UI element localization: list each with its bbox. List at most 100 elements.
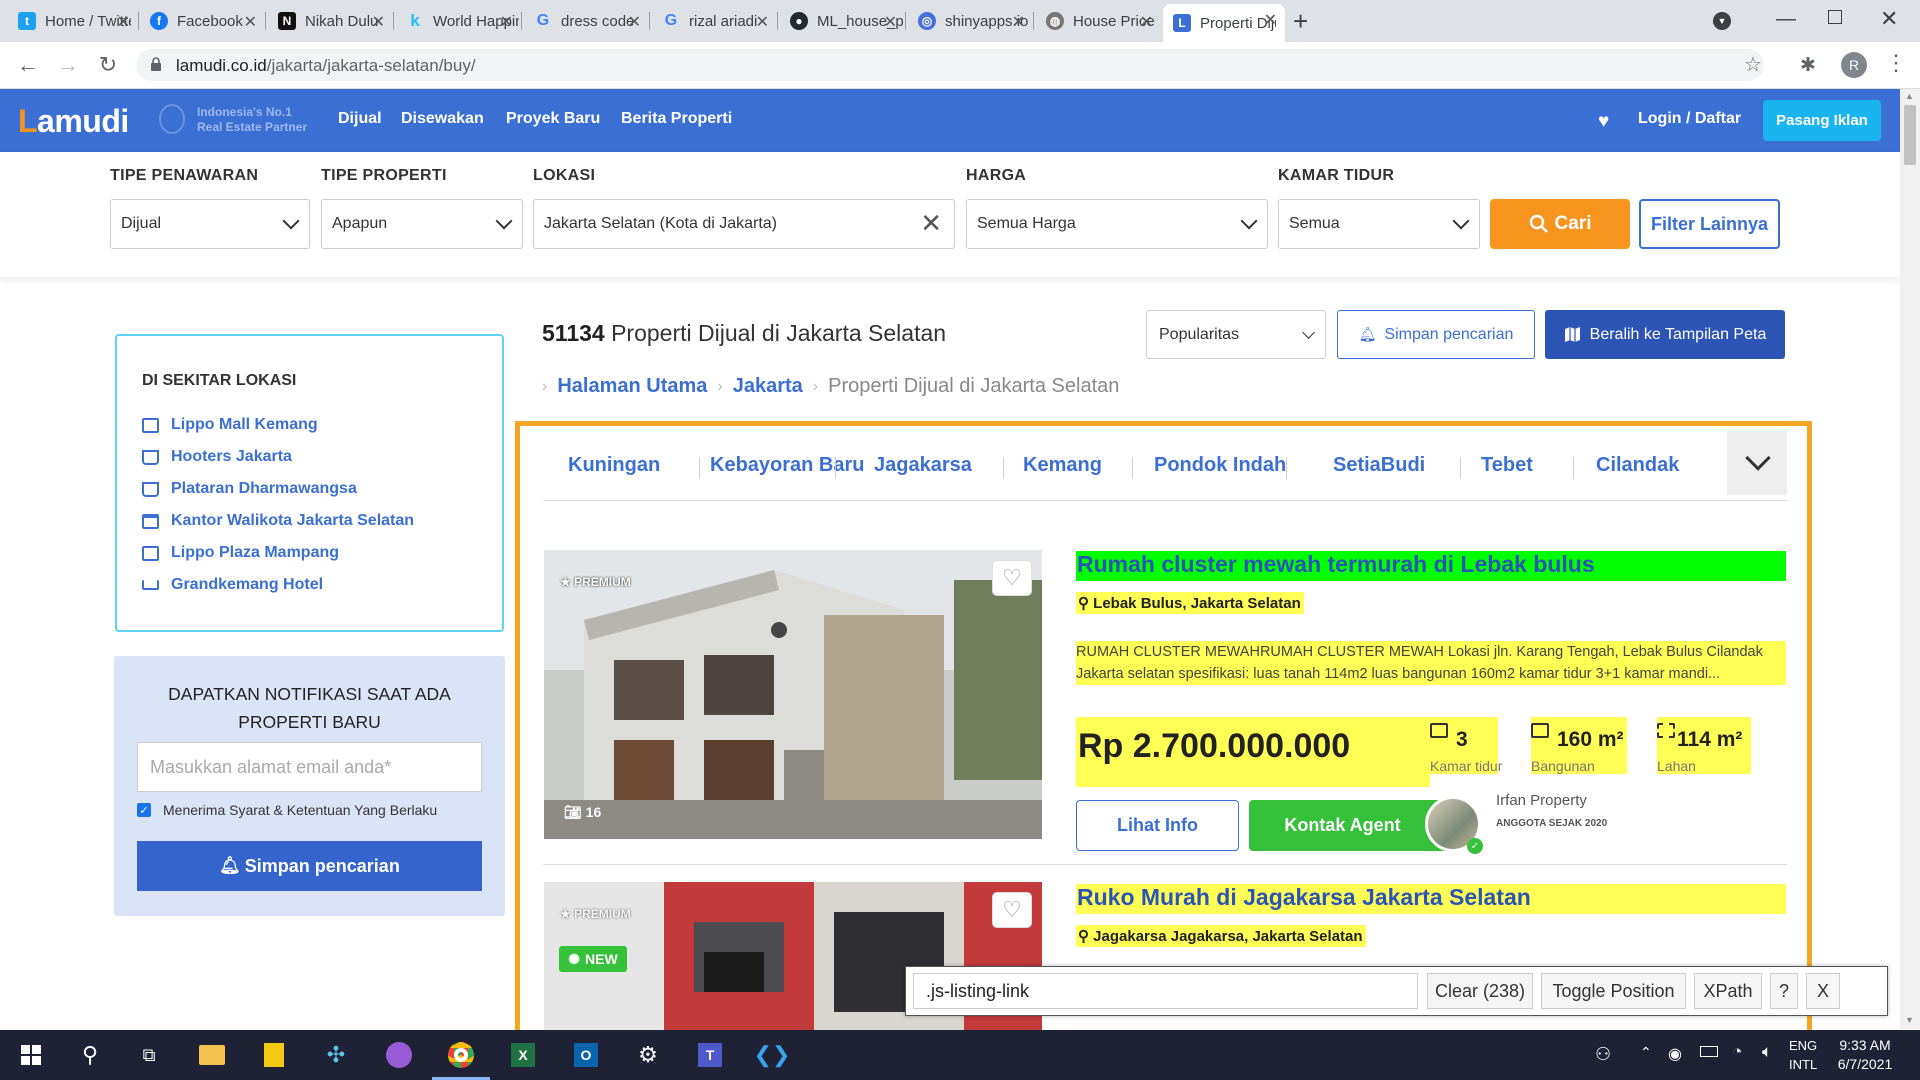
map-view-button[interactable]: Beralih ke Tampilan Peta — [1545, 310, 1785, 359]
browser-tab-active[interactable]: L Properti Dijual ✕ — [1163, 4, 1285, 42]
outlook-icon[interactable]: O — [569, 1038, 603, 1072]
save-search-button[interactable]: 🔔︎ Simpan pencarian — [1337, 310, 1535, 359]
close-tab-icon[interactable]: ✕ — [1264, 10, 1277, 30]
listing-title[interactable]: Ruko Murah di Jagakarsa Jakarta Selatan — [1076, 884, 1786, 914]
browser-tab[interactable]: G rizal ariadi ✕ — [652, 6, 778, 36]
profile-avatar[interactable]: R — [1841, 52, 1867, 78]
area-link[interactable]: Kuningan — [568, 454, 660, 477]
reload-icon[interactable]: ↻ — [94, 52, 122, 78]
clear-location-icon[interactable]: ✕ — [920, 209, 942, 237]
tab-search-icon[interactable]: ▼ — [1713, 12, 1731, 30]
agent-name[interactable]: Irfan Property — [1496, 792, 1587, 809]
minimize-icon[interactable]: — — [1776, 8, 1796, 31]
property-type-select[interactable]: Apapun — [321, 199, 523, 249]
listing-title[interactable]: Rumah cluster mewah termurah di Lebak bu… — [1076, 551, 1786, 581]
nav-disewakan[interactable]: Disewakan — [401, 110, 484, 128]
scroll-down-icon[interactable]: ▼ — [1905, 1015, 1914, 1025]
clear-button[interactable]: Clear (238) — [1427, 973, 1533, 1009]
area-link[interactable]: Jagakarsa — [874, 454, 972, 477]
close-tab-icon[interactable]: ✕ — [884, 12, 897, 32]
nearby-item[interactable]: Lippo Mall Kemang — [142, 416, 318, 434]
system-clock[interactable]: 9:33 AM 6/7/2021 — [1820, 1036, 1910, 1074]
listing-photo[interactable]: ★ PREMIUM ✺ NEW ♡ — [544, 882, 1042, 1046]
nearby-item[interactable]: Plataran Dharmawangsa — [142, 480, 357, 498]
power-bi-icon[interactable] — [257, 1038, 291, 1072]
close-tab-icon[interactable]: ✕ — [628, 12, 641, 32]
area-link[interactable]: Pondok Indah — [1154, 454, 1286, 477]
css-selector-input[interactable]: .js-listing-link — [913, 973, 1418, 1009]
close-tab-icon[interactable]: ✕ — [372, 12, 385, 32]
favorite-heart-button[interactable]: ♡ — [992, 892, 1032, 928]
contact-agent-button[interactable]: Kontak Agent — [1249, 800, 1454, 851]
nearby-item[interactable]: Lippo Plaza Mampang — [142, 544, 339, 562]
area-link[interactable]: Kemang — [1023, 454, 1102, 477]
settings-gear-icon[interactable]: ⚙ — [631, 1038, 665, 1072]
tray-expand-icon[interactable]: ⌃ — [1640, 1044, 1652, 1061]
area-link[interactable]: Cilandak — [1596, 454, 1679, 477]
browser-tab[interactable]: N Nikah Dulu ✕ — [268, 6, 394, 36]
browser-tab[interactable]: k World Happiness ✕ — [396, 6, 522, 36]
battery-icon[interactable] — [1700, 1046, 1718, 1057]
forward-icon[interactable]: → — [54, 52, 82, 78]
search-icon[interactable]: ⚲ — [73, 1038, 107, 1072]
language-indicator[interactable]: ENG INTL — [1789, 1036, 1817, 1074]
page-scrollbar[interactable]: ▲ ▼ — [1900, 89, 1920, 1029]
sort-select[interactable]: Popularitas — [1146, 310, 1326, 359]
browser-tab[interactable]: ◎ shinyapps.io ✕ — [908, 6, 1034, 36]
area-link[interactable]: SetiaBudi — [1333, 454, 1425, 477]
task-view-icon[interactable]: ⧉ — [132, 1038, 166, 1072]
bookmark-star-icon[interactable]: ☆ — [1744, 52, 1762, 77]
antivirus-icon[interactable]: ◉ — [1668, 1044, 1682, 1064]
breadcrumb-jakarta[interactable]: Jakarta — [733, 375, 803, 398]
area-link[interactable]: Kebayoran Baru — [710, 454, 865, 477]
people-icon[interactable]: ⚇ — [1595, 1044, 1611, 1065]
view-info-button[interactable]: Lihat Info — [1076, 800, 1239, 851]
xpath-button[interactable]: XPath — [1694, 973, 1762, 1009]
close-tab-icon[interactable]: ✕ — [1012, 12, 1025, 32]
close-tab-icon[interactable]: ✕ — [500, 12, 513, 32]
favorite-heart-button[interactable]: ♡ — [992, 560, 1032, 596]
login-link[interactable]: Login / Daftar — [1638, 110, 1741, 128]
bedroom-select[interactable]: Semua — [1278, 199, 1480, 249]
checkbox-checked-icon[interactable]: ✓ — [137, 803, 151, 817]
scroll-up-icon[interactable]: ▲ — [1905, 91, 1914, 101]
scrollbar-thumb[interactable] — [1904, 105, 1916, 165]
excel-icon[interactable]: X — [506, 1038, 540, 1072]
new-tab-icon[interactable]: + — [1293, 6, 1308, 37]
nav-dijual[interactable]: Dijual — [338, 110, 382, 128]
github-desktop-icon[interactable] — [382, 1038, 416, 1072]
browser-tab[interactable]: f Facebook ✕ — [140, 6, 266, 36]
chrome-icon[interactable] — [432, 1038, 490, 1080]
browser-tab[interactable]: ● ML_house_price ✕ — [780, 6, 906, 36]
breadcrumb-home[interactable]: Halaman Utama — [557, 375, 707, 398]
nav-proyek-baru[interactable]: Proyek Baru — [506, 110, 600, 128]
close-tab-icon[interactable]: ✕ — [244, 12, 257, 32]
close-tab-icon[interactable]: ✕ — [756, 12, 769, 32]
more-filters-button[interactable]: Filter Lainnya — [1639, 199, 1780, 249]
browser-menu-icon[interactable]: ⋮ — [1885, 50, 1907, 76]
file-explorer-icon[interactable] — [195, 1038, 229, 1072]
url-omnibox[interactable]: lamudi.co.id/jakarta/jakarta-selatan/buy… — [136, 49, 1764, 81]
maximize-icon[interactable] — [1828, 10, 1842, 24]
close-tab-icon[interactable]: ✕ — [117, 12, 130, 32]
nearby-item[interactable]: Hooters Jakarta — [142, 448, 292, 466]
toggle-position-button[interactable]: Toggle Position — [1541, 973, 1686, 1009]
email-field[interactable]: Masukkan alamat email anda* — [137, 742, 482, 792]
snipping-tool-icon[interactable]: ✣ — [319, 1038, 353, 1072]
browser-tab[interactable]: G dress code ✕ — [524, 6, 650, 36]
volume-icon[interactable]: 🔈︎ — [1762, 1042, 1772, 1062]
offer-type-select[interactable]: Dijual — [110, 199, 310, 249]
wifi-icon[interactable]: ◔ — [1732, 1042, 1742, 1062]
listing-photo[interactable]: ★ PREMIUM ♡ 📷︎ 16 — [544, 550, 1042, 839]
search-button[interactable]: Cari — [1490, 199, 1630, 249]
browser-tab[interactable]: ◍ House Price ✕ — [1036, 6, 1161, 36]
browser-tab[interactable]: t Home / Twitter ✕ — [8, 6, 139, 36]
extensions-icon[interactable]: ✱ — [1800, 54, 1816, 77]
teams-icon[interactable]: T — [693, 1038, 727, 1072]
expand-areas-button[interactable] — [1727, 431, 1787, 495]
close-tab-icon[interactable]: ✕ — [1140, 12, 1153, 32]
area-link[interactable]: Tebet — [1481, 454, 1533, 477]
windows-start-icon[interactable] — [14, 1038, 48, 1072]
price-select[interactable]: Semua Harga — [966, 199, 1268, 249]
close-selector-button[interactable]: X — [1806, 973, 1840, 1009]
